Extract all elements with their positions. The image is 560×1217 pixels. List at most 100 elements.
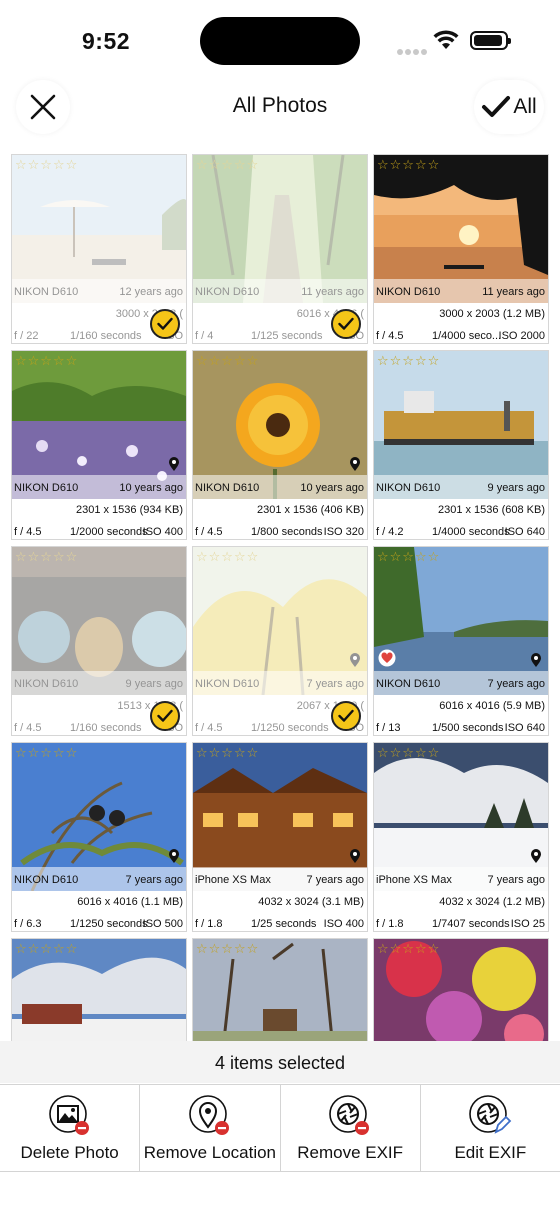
select-all-label: All (513, 95, 537, 118)
photo-card[interactable]: ☆☆☆☆☆ NIKON D610 10 years ago 2301 x 1536 (… (11, 350, 187, 540)
photo-age: 9 years ago (487, 482, 545, 494)
status-time: 9:52 (82, 28, 131, 54)
photo-age: 7 years ago (487, 874, 545, 886)
photo-card[interactable]: ☆☆☆☆☆ iPhone XS Max 7 years ago 4032 x 3024… (373, 742, 549, 932)
remove-exif-label: Remove EXIF (297, 1143, 404, 1162)
location-pin-icon (168, 848, 180, 869)
photo-iso: ISO 640 (504, 526, 545, 538)
star-rating[interactable]: ☆☆☆☆☆ (15, 942, 78, 956)
photo-iso: ISO 400 (142, 526, 183, 538)
photo-dimensions: 2301 x 1536 (608 KB) (437, 504, 545, 516)
photo-card[interactable]: ☆☆☆☆☆ NIKON D610 11 years ago 3000 x 2003 (… (373, 154, 549, 344)
photo-age: 11 years ago (482, 286, 545, 298)
photo-card[interactable]: ☆☆☆☆☆NIKON D61012 years ago3000 x 2003 (… (11, 154, 187, 344)
bottom-toolbar: 4 items selected Delete Photo Remove Loc… (0, 1041, 560, 1217)
photo-card[interactable]: ☆☆☆☆☆ NIKON D610 9 years ago 2301 x 1536 (6… (373, 350, 549, 540)
star-rating[interactable]: ☆☆☆☆☆ (196, 746, 259, 760)
photo-shutter-speed: 1/500 seconds (432, 722, 504, 734)
photo-dimensions: 2301 x 1536 (934 KB) (75, 504, 183, 516)
photo-dimensions: 4032 x 3024 (3.1 MB) (258, 896, 364, 908)
photo-shutter-speed: 1/800 seconds (251, 526, 323, 538)
camera-model: NIKON D610 (376, 286, 441, 298)
photo-age: 7 years ago (487, 678, 545, 690)
photo-age: 10 years ago (300, 482, 364, 494)
signal-icon (397, 42, 429, 60)
photo-card[interactable]: ☆☆☆☆☆ NIKON D610 10 years ago 2301 x 1536 (… (192, 350, 368, 540)
camera-model: iPhone XS Max (376, 874, 452, 886)
star-rating[interactable]: ☆☆☆☆☆ (377, 354, 440, 368)
camera-model: iPhone XS Max (195, 874, 271, 886)
edit-exif-button[interactable]: Edit EXIF (421, 1085, 560, 1171)
checkmark-icon (482, 96, 511, 117)
delete-photo-label: Delete Photo (20, 1143, 119, 1162)
photo-age: 10 years ago (119, 482, 183, 494)
remove-exif-button[interactable]: Remove EXIF (281, 1085, 421, 1171)
selected-check-icon[interactable] (331, 701, 361, 731)
location-pin-icon (349, 848, 361, 869)
photo-iso: ISO 2000 (498, 330, 545, 342)
delete-photo-button[interactable]: Delete Photo (0, 1085, 141, 1171)
photo-aperture: f / 1.8 (376, 918, 404, 930)
selected-check-icon[interactable] (150, 701, 180, 731)
action-bar: Delete Photo Remove Location Remove EXIF… (0, 1084, 560, 1172)
aperture-minus-icon (328, 1094, 372, 1143)
photo-aperture: f / 4.5 (376, 330, 404, 342)
aperture-edit-icon (468, 1094, 512, 1143)
camera-model: NIKON D610 (14, 874, 79, 886)
camera-model: NIKON D610 (195, 482, 260, 494)
photo-card[interactable]: ☆☆☆☆☆ iPhone XS Max 7 years ago 4032 x 3024… (192, 742, 368, 932)
photo-card[interactable]: ☆☆☆☆☆NIKON D6109 years ago1513 x 1118 (f… (11, 546, 187, 736)
location-pin-icon (530, 848, 542, 869)
photo-card[interactable]: ☆☆☆☆☆NIKON D6107 years ago2067 x 1290 (f… (192, 546, 368, 736)
photo-dimensions: 2301 x 1536 (406 KB) (256, 504, 364, 516)
wifi-icon (433, 30, 459, 55)
star-rating[interactable]: ☆☆☆☆☆ (15, 746, 78, 760)
photo-aperture: f / 13 (376, 722, 401, 734)
remove-location-label: Remove Location (143, 1143, 277, 1162)
edit-exif-label: Edit EXIF (454, 1143, 527, 1162)
camera-model: NIKON D610 (14, 482, 79, 494)
photo-card[interactable]: ☆☆☆☆☆NIKON D61011 years ago6016 x 4016 (… (192, 154, 368, 344)
photo-minus-icon (48, 1094, 92, 1143)
status-bar: 9:52 (0, 0, 560, 80)
selected-check-icon[interactable] (331, 309, 361, 339)
photo-dimensions: 6016 x 4016 (5.9 MB) (439, 700, 545, 712)
star-rating[interactable]: ☆☆☆☆☆ (377, 550, 440, 564)
remove-location-button[interactable]: Remove Location (140, 1085, 281, 1171)
location-pin-icon (530, 652, 542, 673)
photo-aperture: f / 4.5 (195, 526, 223, 538)
photo-dimensions: 4032 x 3024 (1.2 MB) (439, 896, 545, 908)
location-minus-icon (188, 1094, 232, 1143)
photo-shutter-speed: 1/4000 seconds (432, 526, 510, 538)
photo-card[interactable]: ☆☆☆☆☆ NIKON D610 7 years ago 6016 x 4016 (5… (373, 546, 549, 736)
photo-card[interactable]: ☆☆☆☆☆ NIKON D610 7 years ago 6016 x 4016 (1… (11, 742, 187, 932)
photo-age: 7 years ago (125, 874, 183, 886)
photo-iso: ISO 320 (323, 526, 364, 538)
selected-check-icon[interactable] (150, 309, 180, 339)
camera-model: NIKON D610 (376, 482, 441, 494)
photo-iso: ISO 400 (323, 918, 364, 930)
battery-icon (470, 31, 511, 50)
star-rating[interactable]: ☆☆☆☆☆ (377, 746, 440, 760)
photo-aperture: f / 1.8 (195, 918, 223, 930)
location-pin-icon (349, 456, 361, 477)
photo-age: 7 years ago (306, 874, 364, 886)
photo-aperture: f / 4.2 (376, 526, 404, 538)
star-rating[interactable]: ☆☆☆☆☆ (377, 942, 440, 956)
photo-iso: ISO 25 (510, 918, 545, 930)
star-rating[interactable]: ☆☆☆☆☆ (15, 354, 78, 368)
photo-dimensions: 3000 x 2003 (1.2 MB) (439, 308, 545, 320)
star-rating[interactable]: ☆☆☆☆☆ (196, 942, 259, 956)
photo-aperture: f / 4.5 (14, 526, 42, 538)
star-rating[interactable]: ☆☆☆☆☆ (377, 158, 440, 172)
star-rating[interactable]: ☆☆☆☆☆ (196, 354, 259, 368)
dynamic-island (200, 17, 360, 65)
photo-shutter-speed: 1/2000 seconds (70, 526, 148, 538)
selection-count: 4 items selected (0, 1041, 560, 1083)
camera-model: NIKON D610 (376, 678, 441, 690)
photo-iso: ISO 500 (142, 918, 183, 930)
photo-dimensions: 6016 x 4016 (1.1 MB) (77, 896, 183, 908)
select-all-button[interactable]: All (474, 80, 544, 134)
heart-icon[interactable] (378, 649, 396, 672)
photo-iso: ISO 640 (504, 722, 545, 734)
